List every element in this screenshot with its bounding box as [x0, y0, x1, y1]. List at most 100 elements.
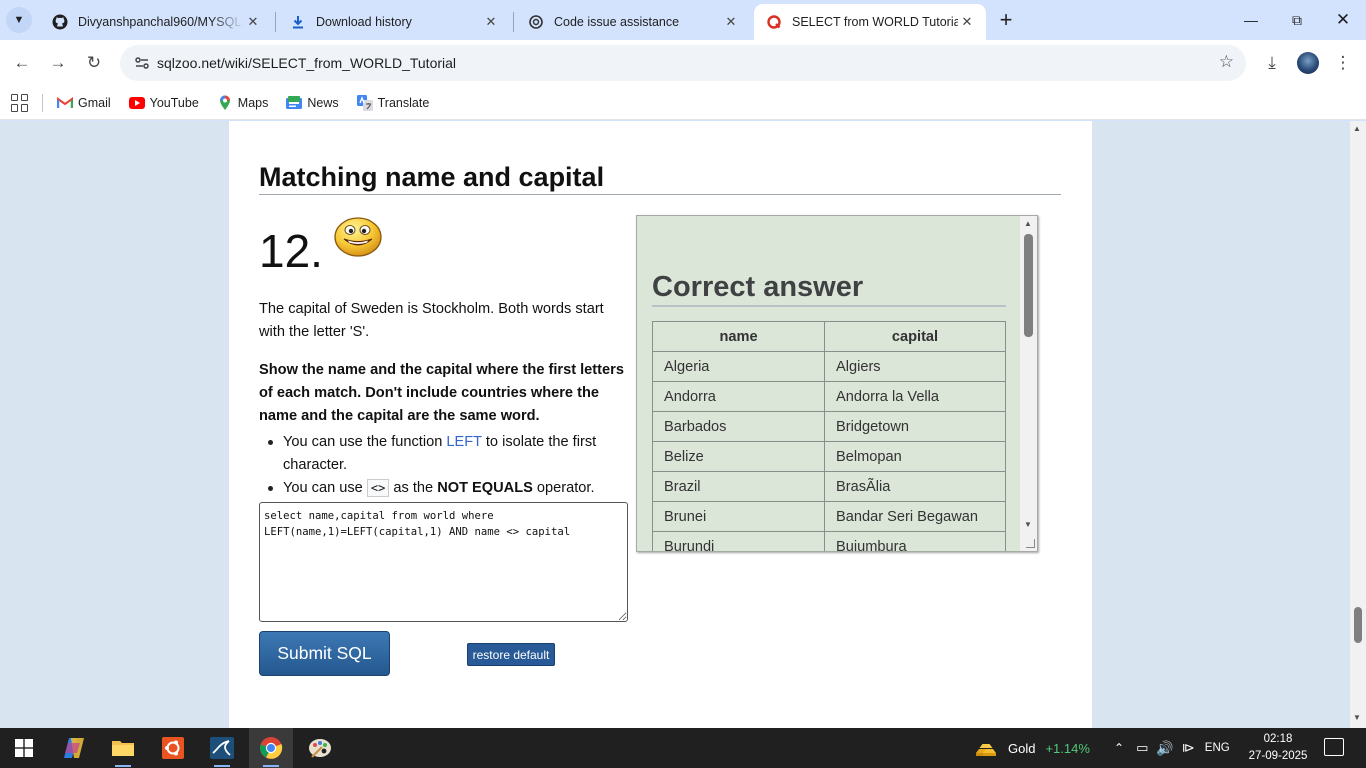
- plus-icon: +: [999, 7, 1013, 32]
- address-bar[interactable]: sqlzoo.net/wiki/SELECT_from_WORLD_Tutori…: [120, 45, 1246, 81]
- sqlzoo-icon: [766, 14, 782, 30]
- start-button[interactable]: [2, 728, 46, 768]
- profile-avatar[interactable]: [1297, 52, 1319, 74]
- hint-list: You can use the function LEFT to isolate…: [259, 431, 639, 500]
- tab-divider: [275, 12, 276, 32]
- volume-icon[interactable]: 🔊: [1156, 740, 1173, 757]
- taskbar-copilot[interactable]: [52, 728, 96, 768]
- page-scrollbar[interactable]: ▲ ▼: [1350, 121, 1366, 728]
- taskbar-chrome[interactable]: [249, 728, 293, 768]
- reload-button[interactable]: ↻: [80, 49, 108, 77]
- tab-search-button[interactable]: ▼: [6, 7, 32, 33]
- windows-taskbar: Gold +1.14% ⌃ ▭ 🔊 ⧐ ENG 02:18 27-09-2025: [0, 728, 1366, 768]
- bookmark-translate[interactable]: Translate: [356, 94, 429, 111]
- submit-sql-button[interactable]: Submit SQL: [259, 631, 390, 676]
- bookmark-star-icon[interactable]: ☆: [1219, 52, 1234, 72]
- windows-logo-icon: [15, 739, 33, 757]
- close-icon[interactable]: ✕: [958, 13, 976, 31]
- resize-handle[interactable]: [1026, 539, 1035, 548]
- tab-select-from-world[interactable]: SELECT from WORLD Tutorial - ✕: [754, 4, 986, 40]
- gold-bars-icon: [976, 744, 996, 756]
- table-row: Burundi Bujumbura: [652, 531, 1006, 551]
- tab-title: Code issue assistance: [554, 15, 680, 29]
- back-button[interactable]: ←: [8, 49, 36, 77]
- scrollbar-thumb[interactable]: [1354, 607, 1362, 643]
- menu-button[interactable]: ⋮: [1329, 49, 1357, 77]
- section-heading: Matching name and capital: [259, 161, 1061, 195]
- copilot-icon: [64, 738, 84, 758]
- correct-answer-panel[interactable]: Correct answer name capital Algeria Algie…: [636, 215, 1038, 552]
- battery-icon[interactable]: ▭: [1136, 740, 1148, 756]
- taskbar-ubuntu-app[interactable]: [151, 728, 195, 768]
- cell-name: Burundi: [652, 531, 825, 551]
- bookmark-news[interactable]: News: [286, 95, 339, 111]
- left-function-link[interactable]: LEFT: [446, 434, 481, 450]
- minimize-button[interactable]: —: [1228, 0, 1274, 40]
- hint-text: operator.: [532, 480, 595, 496]
- restore-window-button[interactable]: ⧉: [1274, 0, 1320, 40]
- close-icon[interactable]: ✕: [244, 13, 262, 31]
- minimize-icon: —: [1244, 12, 1258, 28]
- running-indicator: [214, 765, 230, 767]
- site-info-icon[interactable]: [128, 49, 156, 77]
- apps-grid-icon[interactable]: [11, 93, 29, 112]
- sql-query-input[interactable]: [259, 502, 628, 622]
- chevron-down-icon: ▼: [13, 14, 25, 26]
- scrollbar-thumb[interactable]: [1024, 234, 1033, 337]
- close-window-button[interactable]: ✕: [1320, 0, 1366, 40]
- tab-code-issue-assistance[interactable]: Code issue assistance ✕: [516, 4, 750, 40]
- table-row: Barbados Bridgetown: [652, 411, 1006, 442]
- clock[interactable]: 02:18 27-09-2025: [1248, 731, 1308, 765]
- page-viewport: Matching name and capital 12. The capita…: [0, 121, 1366, 728]
- table-row: Brazil BrasÃ­lia: [652, 471, 1006, 502]
- url-text: sqlzoo.net/wiki/SELECT_from_WORLD_Tutori…: [157, 55, 457, 71]
- arrow-left-icon: ←: [13, 53, 31, 72]
- table-row: Belize Belmopan: [652, 441, 1006, 472]
- cell-capital: Belmopan: [824, 441, 1006, 472]
- bookmark-youtube[interactable]: YouTube: [128, 95, 199, 111]
- new-tab-button[interactable]: +: [994, 7, 1018, 32]
- translate-icon: [356, 94, 373, 111]
- close-icon[interactable]: ✕: [722, 13, 740, 31]
- table-row: Algeria Algiers: [652, 351, 1006, 382]
- download-icon: [290, 14, 306, 30]
- scroll-down-arrow-icon[interactable]: ▼: [1024, 520, 1032, 529]
- language-indicator[interactable]: ENG: [1205, 742, 1230, 754]
- restore-default-button[interactable]: restore default: [467, 643, 555, 666]
- running-indicator: [115, 765, 131, 767]
- hint-text: You can use the function: [283, 434, 447, 450]
- github-icon: [52, 14, 68, 30]
- bookmark-gmail[interactable]: Gmail: [57, 95, 111, 111]
- close-icon[interactable]: ✕: [482, 13, 500, 31]
- taskbar-paint[interactable]: [298, 728, 342, 768]
- not-equals-label: NOT EQUALS: [437, 480, 533, 496]
- scroll-up-arrow-icon[interactable]: ▲: [1024, 219, 1032, 228]
- downloads-button[interactable]: ⤓: [1258, 49, 1286, 77]
- bookmark-label: Gmail: [78, 95, 111, 110]
- tab-title: SELECT from WORLD Tutorial -: [792, 15, 958, 29]
- tab-github[interactable]: Divyanshpanchal960/MYSQL: S ✕: [40, 4, 272, 40]
- tutorial-page: Matching name and capital 12. The capita…: [229, 121, 1092, 728]
- tab-download-history[interactable]: Download history ✕: [278, 4, 510, 40]
- bookmarks-divider: [42, 93, 43, 112]
- news-icon: [286, 95, 303, 111]
- wifi-icon[interactable]: ⧐: [1182, 740, 1195, 756]
- bookmarks-bar: Gmail YouTube Maps News Translate: [0, 86, 1366, 120]
- bookmark-maps[interactable]: Maps: [217, 95, 269, 111]
- ticker-name: Gold: [1008, 740, 1036, 756]
- bookmark-label: YouTube: [149, 95, 199, 110]
- chevron-up-icon[interactable]: ⌃: [1114, 741, 1124, 755]
- taskbar-mysql-workbench[interactable]: [200, 728, 244, 768]
- scroll-up-arrow-icon[interactable]: ▲: [1353, 124, 1361, 133]
- mysql-workbench-icon: [210, 737, 234, 759]
- answer-table: name capital Algeria Algiers Andorra Andor…: [652, 321, 1006, 551]
- stock-ticker-widget[interactable]: Gold +1.14%: [974, 728, 1090, 768]
- scroll-down-arrow-icon[interactable]: ▼: [1353, 713, 1361, 722]
- taskbar-file-explorer[interactable]: [101, 728, 145, 768]
- answer-scrollbar[interactable]: ▲ ▼: [1020, 216, 1037, 551]
- bookmark-label: Maps: [237, 95, 269, 110]
- hint-text: as the: [389, 480, 438, 496]
- intro-text: The capital of Sweden is Stockholm. Both…: [259, 301, 604, 340]
- forward-button[interactable]: →: [44, 49, 72, 77]
- notification-center-icon[interactable]: [1324, 738, 1344, 756]
